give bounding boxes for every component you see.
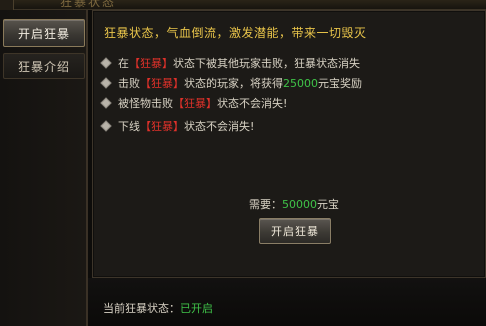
cost-label: 需要： <box>249 198 282 211</box>
rule-text: 在 <box>118 57 129 70</box>
open-berserk-button[interactable]: 开启狂暴 <box>259 218 331 244</box>
berserk-tag: 【狂暴】 <box>173 97 217 110</box>
panel-header: 狂暴状态，气血倒流，激发潜能，带来一切毁灭 <box>104 26 367 40</box>
rule-text: 被怪物击败 <box>118 97 173 110</box>
sidebar: 开启狂暴 狂暴介绍 <box>0 10 88 326</box>
cost-unit: 元宝 <box>317 198 339 211</box>
sidebar-item-open-berserk[interactable]: 开启狂暴 <box>3 19 85 47</box>
rule-item: 击败 【狂暴】 状态的玩家，将获得 25000 元宝奖励 <box>100 75 362 91</box>
reward-amount: 25000 <box>283 76 318 90</box>
rule-text: 下线 <box>118 120 140 133</box>
berserk-tag: 【狂暴】 <box>140 120 184 133</box>
cost-amount: 50000 <box>282 198 317 211</box>
title-strip: 狂暴状态 <box>0 0 486 10</box>
berserk-tag: 【狂暴】 <box>140 77 184 90</box>
rule-item: 下线 【狂暴】 状态不会消失! <box>100 118 255 134</box>
berserk-tag: 【狂暴】 <box>129 57 173 70</box>
bullet-diamond-icon <box>100 120 112 132</box>
sidebar-item-berserk-intro[interactable]: 狂暴介绍 <box>3 53 85 79</box>
rule-text: 状态不会消失! <box>217 97 288 110</box>
bullet-diamond-icon <box>100 77 112 89</box>
rule-text: 状态的玩家，将获得 <box>184 77 283 90</box>
rule-item: 在 【狂暴】 状态下被其他玩家击败，狂暴状态消失 <box>100 55 360 71</box>
rule-text: 状态不会消失! <box>184 120 255 133</box>
berserk-status: 当前狂暴状态：已开启 <box>103 300 213 316</box>
rule-text: 击败 <box>118 77 140 90</box>
status-label: 当前狂暴状态： <box>103 302 180 315</box>
corner-ornament <box>0 0 14 10</box>
rule-text: 元宝奖励 <box>318 77 362 90</box>
cost-requirement: 需要：50000元宝 <box>249 196 339 212</box>
window-title: 狂暴状态 <box>60 0 117 9</box>
status-value: 已开启 <box>180 302 213 315</box>
rule-item: 被怪物击败 【狂暴】 状态不会消失! <box>100 95 288 111</box>
rule-text: 状态下被其他玩家击败，狂暴状态消失 <box>173 57 360 70</box>
bullet-diamond-icon <box>100 97 112 109</box>
bullet-diamond-icon <box>100 57 112 69</box>
